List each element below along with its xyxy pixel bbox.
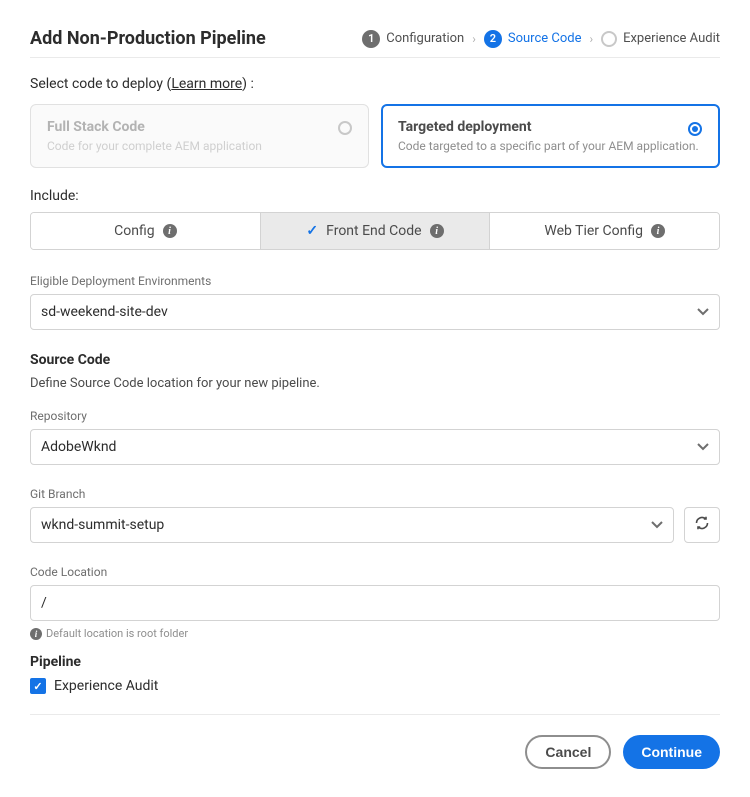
repo-label: Repository: [30, 409, 720, 423]
repo-select[interactable]: AdobeWknd: [30, 429, 720, 465]
radio-selected-icon: [688, 122, 702, 136]
check-icon: ✓: [306, 223, 318, 239]
source-code-desc: Define Source Code location for your new…: [30, 376, 720, 391]
include-segmented-control: Config i ✓ Front End Code i Web Tier Con…: [30, 212, 720, 250]
branch-label: Git Branch: [30, 487, 720, 501]
code-location-input[interactable]: /: [30, 585, 720, 621]
info-icon: i: [30, 628, 42, 640]
step-num-icon: 1: [362, 30, 380, 48]
step-num-icon: 2: [484, 30, 502, 48]
step-configuration[interactable]: 1 Configuration: [362, 30, 464, 48]
wizard-steps: 1 Configuration › 2 Source Code › Experi…: [362, 30, 720, 48]
refresh-button[interactable]: [684, 507, 720, 543]
step-source-code[interactable]: 2 Source Code: [484, 30, 582, 48]
option-targeted-deployment[interactable]: Targeted deployment Code targeted to a s…: [381, 104, 720, 168]
radio-unselected-icon: [338, 121, 352, 135]
experience-audit-label: Experience Audit: [54, 678, 158, 694]
include-web-tier-config[interactable]: Web Tier Config i: [489, 213, 719, 249]
divider: [30, 57, 720, 58]
source-code-title: Source Code: [30, 352, 720, 368]
cancel-button[interactable]: Cancel: [525, 735, 611, 769]
pipeline-title: Pipeline: [30, 654, 720, 670]
code-location-label: Code Location: [30, 565, 720, 579]
refresh-icon: [694, 515, 710, 535]
step-label: Experience Audit: [623, 31, 720, 46]
chevron-down-icon: [651, 517, 663, 533]
info-icon[interactable]: i: [651, 224, 665, 238]
code-location-hint: i Default location is root folder: [30, 627, 720, 640]
step-label: Source Code: [508, 31, 582, 46]
chevron-down-icon: [697, 439, 709, 455]
card-desc: Code targeted to a specific part of your…: [398, 139, 703, 153]
page-title: Add Non-Production Pipeline: [30, 28, 266, 49]
chevron-down-icon: [697, 304, 709, 320]
card-desc: Code for your complete AEM application: [47, 139, 352, 153]
include-front-end-code[interactable]: ✓ Front End Code i: [260, 213, 490, 249]
include-config[interactable]: Config i: [31, 213, 260, 249]
card-title: Full Stack Code: [47, 119, 352, 135]
env-label: Eligible Deployment Environments: [30, 274, 720, 288]
option-full-stack-code[interactable]: Full Stack Code Code for your complete A…: [30, 104, 369, 168]
step-empty-icon: [601, 31, 617, 47]
include-label: Include:: [30, 188, 720, 204]
branch-select[interactable]: wknd-summit-setup: [30, 507, 674, 543]
chevron-right-icon: ›: [589, 32, 593, 46]
info-icon[interactable]: i: [430, 224, 444, 238]
step-label: Configuration: [386, 31, 464, 46]
card-title: Targeted deployment: [398, 119, 703, 135]
experience-audit-checkbox[interactable]: ✓: [30, 678, 46, 694]
step-experience-audit[interactable]: Experience Audit: [601, 31, 720, 47]
chevron-right-icon: ›: [472, 32, 476, 46]
learn-more-link[interactable]: Learn more: [171, 76, 242, 92]
info-icon[interactable]: i: [163, 224, 177, 238]
select-code-prompt: Select code to deploy (Learn more) :: [30, 76, 720, 92]
env-select[interactable]: sd-weekend-site-dev: [30, 294, 720, 330]
divider: [30, 714, 720, 715]
continue-button[interactable]: Continue: [623, 735, 720, 769]
